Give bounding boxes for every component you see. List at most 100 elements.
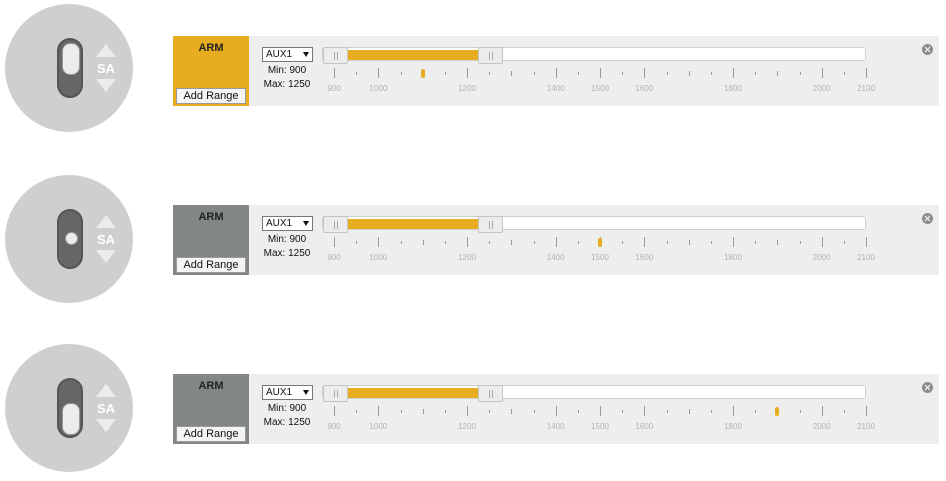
scale-major-tick <box>467 406 468 416</box>
chevron-down-icon <box>303 221 309 226</box>
channel-select[interactable]: AUX1 <box>262 47 313 62</box>
scale-major-tick <box>467 68 468 78</box>
scale-major-tick <box>555 237 557 247</box>
range-max-handle[interactable] <box>478 385 504 402</box>
scale-minor-tick <box>688 70 690 76</box>
scale-tick-label: 1500 <box>591 253 609 262</box>
scale-minor-tick <box>577 240 579 244</box>
close-circle-icon[interactable] <box>922 44 933 55</box>
scale-minor-tick <box>710 240 712 244</box>
add-range-button[interactable]: Add Range <box>176 426 246 442</box>
scale-major-tick <box>334 406 335 416</box>
current-value-marker <box>775 407 780 416</box>
scale-major-tick <box>378 406 380 416</box>
scale-minor-tick <box>444 409 446 413</box>
switch-illustration: SA <box>5 175 133 303</box>
scale-major-tick <box>378 237 380 247</box>
arrow-up-icon <box>96 384 116 397</box>
range-min-label: Min: 900 <box>267 234 307 245</box>
scale-minor-tick <box>622 240 624 244</box>
current-value-marker <box>598 238 602 247</box>
mode-box: ARM Add Range <box>173 374 249 444</box>
mode-panel: ARM Add Range AUX1 Min: 900 Max: 1250 90… <box>173 374 939 444</box>
scale-minor-tick <box>489 71 491 75</box>
range-slider[interactable] <box>322 385 866 402</box>
current-value-marker <box>420 69 425 78</box>
scale-minor-tick <box>356 409 358 413</box>
scale-major-tick <box>733 237 734 247</box>
range-fill <box>335 50 491 60</box>
scale-minor-tick <box>688 239 690 245</box>
drag-handle-icon <box>334 390 335 398</box>
scale-tick-label: 900 <box>327 84 341 93</box>
close-circle-icon[interactable] <box>922 382 933 393</box>
scale-tick-label: 2100 <box>857 253 875 262</box>
range-min-handle[interactable] <box>323 47 348 64</box>
scale-minor-tick <box>666 71 668 75</box>
scale-tick-label: 1200 <box>458 84 476 93</box>
scale-minor-tick <box>622 409 624 413</box>
up-down-arrows-icon: SA <box>95 44 117 92</box>
range-min-handle[interactable] <box>323 385 348 402</box>
switch-center-dot <box>65 232 78 245</box>
drag-handle-icon <box>337 390 338 398</box>
scale-minor-tick <box>777 70 779 76</box>
scale-major-tick <box>866 68 867 78</box>
drag-handle-icon <box>492 52 494 60</box>
scale-tick-label: 1800 <box>724 84 742 93</box>
mode-panel: ARM Add Range AUX1 Min: 900 Max: 1250 90… <box>173 205 939 275</box>
mode-panel: ARM Add Range AUX1 Min: 900 Max: 1250 90… <box>173 36 939 106</box>
scale-minor-tick <box>710 409 712 413</box>
range-max-handle[interactable] <box>478 216 504 233</box>
drag-handle-icon <box>492 390 494 398</box>
scale-minor-tick <box>444 240 446 244</box>
range-max-handle[interactable] <box>478 47 504 64</box>
switch-slot <box>57 38 83 98</box>
scale-tick-label: 1000 <box>369 84 388 93</box>
scale-minor-tick <box>799 71 801 75</box>
channel-select-value: AUX1 <box>266 49 293 60</box>
mode-box: ARM Add Range <box>173 205 249 275</box>
scale-tick-label: 1500 <box>591 422 609 431</box>
scale-tick-label: 1600 <box>635 422 654 431</box>
scale-minor-tick <box>400 409 402 413</box>
scale-minor-tick <box>511 408 513 414</box>
scale-minor-tick <box>533 240 535 244</box>
range-slider[interactable] <box>322 216 866 233</box>
scale-tick-label: 1800 <box>724 253 742 262</box>
scale-major-tick <box>644 237 646 247</box>
close-circle-icon[interactable] <box>922 213 933 224</box>
range-slider[interactable] <box>322 47 866 64</box>
drag-handle-icon <box>492 221 494 229</box>
scale-minor-tick <box>843 71 845 75</box>
channel-select[interactable]: AUX1 <box>262 216 313 231</box>
scale-minor-tick <box>755 71 757 75</box>
scale-minor-tick <box>422 239 424 245</box>
range-max-label: Max: 1250 <box>263 79 311 90</box>
mode-row: SA ARM Add Range AUX1 Min: 900 Max: 1250 <box>0 338 946 478</box>
range-fill <box>335 388 491 398</box>
drag-handle-icon <box>337 221 338 229</box>
range-min-handle[interactable] <box>323 216 348 233</box>
range-min-label: Min: 900 <box>267 403 307 414</box>
mode-row: SA ARM Add Range AUX1 Min: 900 Max: 1250 <box>0 0 946 140</box>
add-range-button[interactable]: Add Range <box>176 257 246 273</box>
channel-select-value: AUX1 <box>266 218 293 229</box>
scale-minor-tick <box>799 240 801 244</box>
scale-major-tick <box>644 406 646 416</box>
range-min-label: Min: 900 <box>267 65 307 76</box>
scale-tick-label: 1600 <box>635 253 654 262</box>
drag-handle-icon <box>337 52 338 60</box>
switch-label: SA <box>96 401 116 416</box>
add-range-button[interactable]: Add Range <box>176 88 246 104</box>
scale-tick-label: 1600 <box>635 84 654 93</box>
switch-lever <box>62 43 80 75</box>
channel-select[interactable]: AUX1 <box>262 385 313 400</box>
scale-minor-tick <box>688 408 690 414</box>
scale-major-tick <box>866 237 867 247</box>
range-fill <box>335 219 491 229</box>
mode-row: SA ARM Add Range AUX1 Min: 900 Max: 1250 <box>0 169 946 309</box>
switch-illustration: SA <box>5 4 133 132</box>
scale-minor-tick <box>356 240 358 244</box>
switch-label: SA <box>96 232 116 247</box>
